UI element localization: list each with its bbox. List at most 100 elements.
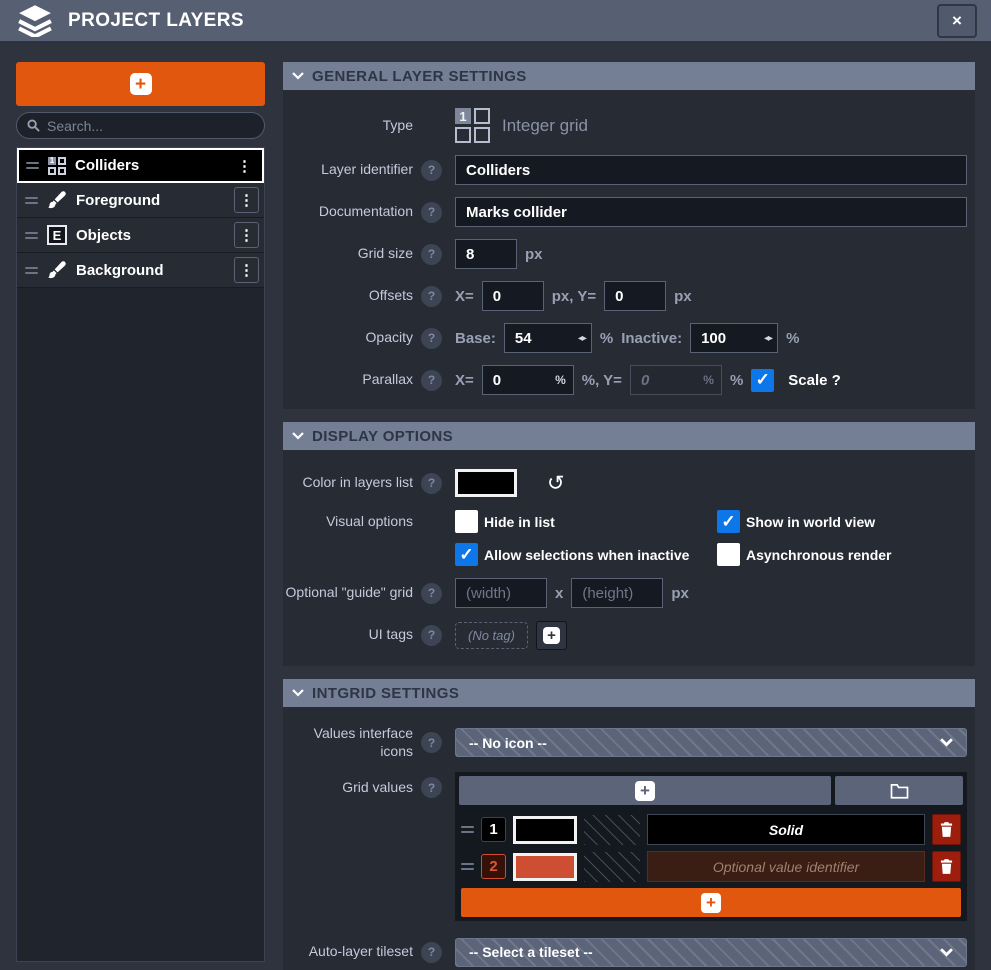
drag-handle-icon[interactable] — [26, 162, 39, 169]
value-name-input[interactable] — [647, 814, 925, 845]
identifier-row: Layer identifier ? — [283, 155, 975, 185]
reset-color-icon[interactable]: ↺ — [547, 473, 565, 494]
plus-icon: + — [543, 627, 560, 644]
help-icon[interactable]: ? — [421, 942, 442, 963]
drag-handle-icon[interactable] — [25, 232, 38, 239]
opacity-inactive-input[interactable] — [690, 323, 778, 353]
layer-name: Background — [76, 262, 164, 279]
documentation-input[interactable] — [455, 197, 967, 227]
add-value-bottom-button[interactable]: + — [461, 888, 961, 917]
add-layer-button[interactable]: + — [16, 62, 265, 106]
value-name-input[interactable] — [647, 851, 925, 882]
grid-values-label: Grid values — [283, 772, 413, 797]
value-color-swatch[interactable] — [513, 816, 577, 844]
value-color-swatch[interactable] — [513, 853, 577, 881]
help-icon[interactable]: ? — [421, 328, 442, 349]
auto-tileset-select[interactable]: -- Select a tileset -- — [455, 938, 967, 967]
grid-size-input[interactable] — [455, 239, 517, 269]
kebab-icon: ⋮ — [237, 157, 252, 175]
help-icon[interactable]: ? — [421, 370, 442, 391]
layer-row-background[interactable]: Background ⋮ — [17, 253, 264, 288]
checkbox-asynchronous-render[interactable]: Asynchronous render — [717, 543, 967, 566]
layer-menu-button[interactable]: ⋮ — [234, 222, 259, 248]
layer-name: Colliders — [75, 157, 139, 174]
chevron-down-icon — [292, 72, 304, 80]
parallax-scale-label: Scale ? — [788, 372, 841, 389]
opacity-label: Opacity — [283, 329, 413, 347]
help-icon[interactable]: ? — [421, 732, 442, 753]
opacity-base-input[interactable] — [504, 323, 592, 353]
grid-value-row-1[interactable]: 1 — [461, 811, 961, 848]
color-label: Color in layers list — [283, 474, 413, 492]
guide-height-input[interactable] — [571, 578, 663, 608]
layer-menu-button[interactable]: ⋮ — [234, 187, 259, 213]
entities-layer-icon: E — [47, 225, 67, 245]
plus-icon: + — [635, 781, 655, 801]
layer-row-objects[interactable]: E Objects ⋮ — [17, 218, 264, 253]
grid-value-row-2[interactable]: 2 — [461, 848, 961, 885]
intgrid-type-icon: 1 — [455, 108, 490, 143]
opacity-row: Opacity ? Base: ◂▸ % Inactive: ◂▸ % — [283, 323, 975, 353]
help-icon[interactable]: ? — [421, 777, 442, 798]
trash-icon — [940, 822, 953, 837]
grid-size-label: Grid size — [283, 245, 413, 263]
layer-menu-button[interactable]: ⋮ — [232, 153, 257, 179]
tiles-layer-icon — [47, 260, 67, 280]
section-header-display[interactable]: DISPLAY OPTIONS — [283, 422, 975, 450]
value-groups-button[interactable] — [835, 776, 963, 805]
layer-color-swatch[interactable] — [455, 469, 517, 497]
help-icon[interactable]: ? — [421, 625, 442, 646]
help-icon[interactable]: ? — [421, 202, 442, 223]
offset-x-input[interactable] — [482, 281, 544, 311]
help-icon[interactable]: ? — [421, 583, 442, 604]
chevron-down-icon — [940, 948, 953, 957]
checkbox-icon[interactable] — [455, 510, 478, 533]
drag-handle-icon[interactable] — [25, 197, 38, 204]
type-label: Type — [283, 117, 413, 135]
drag-handle-icon[interactable] — [25, 267, 38, 274]
folder-icon — [890, 783, 909, 799]
type-row: Type 1 Integer grid — [283, 108, 975, 143]
drag-handle-icon[interactable] — [461, 863, 474, 870]
parallax-scale-checkbox[interactable]: ✓ — [751, 369, 774, 392]
values-icons-select[interactable]: -- No icon -- — [455, 728, 967, 757]
guide-grid-row: Optional "guide" grid ? x px — [283, 578, 975, 608]
help-icon[interactable]: ? — [421, 160, 442, 181]
close-button[interactable]: × — [937, 4, 977, 38]
parallax-x-input[interactable] — [482, 365, 574, 395]
delete-value-button[interactable] — [932, 851, 961, 882]
help-icon[interactable]: ? — [421, 473, 442, 494]
guide-width-input[interactable] — [455, 578, 547, 608]
checkbox-icon[interactable]: ✓ — [717, 510, 740, 533]
chevron-down-icon — [292, 432, 304, 440]
offset-y-input[interactable] — [604, 281, 666, 311]
delete-value-button[interactable] — [932, 814, 961, 845]
layer-menu-button[interactable]: ⋮ — [234, 257, 259, 283]
layer-row-foreground[interactable]: Foreground ⋮ — [17, 183, 264, 218]
layer-row-colliders[interactable]: 1 Colliders ⋮ — [17, 148, 264, 183]
help-icon[interactable]: ? — [421, 244, 442, 265]
help-icon[interactable]: ? — [421, 286, 442, 307]
ui-tags-row: UI tags ? (No tag) + — [283, 620, 975, 650]
checkbox-icon[interactable] — [717, 543, 740, 566]
kebab-icon: ⋮ — [239, 191, 254, 209]
value-number-badge: 2 — [481, 854, 506, 879]
checkbox-allow-selections-when-inactive[interactable]: ✓ Allow selections when inactive — [455, 543, 717, 566]
value-number-badge: 1 — [481, 817, 506, 842]
section-header-intgrid[interactable]: INTGRID SETTINGS — [283, 679, 975, 707]
drag-handle-icon[interactable] — [461, 826, 474, 833]
check-icon: ✓ — [459, 545, 473, 565]
tiles-layer-icon — [47, 190, 67, 210]
chevron-down-icon — [292, 689, 304, 697]
checkbox-show-in-world-view[interactable]: ✓ Show in world view — [717, 510, 967, 533]
kebab-icon: ⋮ — [239, 226, 254, 244]
add-tag-button[interactable]: + — [536, 621, 567, 650]
add-value-button[interactable]: + — [459, 776, 831, 805]
grid-values-row: Grid values ? + — [283, 772, 975, 921]
section-header-general[interactable]: GENERAL LAYER SETTINGS — [283, 62, 975, 90]
search-input[interactable]: Search... — [16, 112, 265, 139]
checkbox-hide-in-list[interactable]: Hide in list — [455, 510, 717, 533]
layer-name: Objects — [76, 227, 131, 244]
layer-identifier-input[interactable] — [455, 155, 967, 185]
checkbox-icon[interactable]: ✓ — [455, 543, 478, 566]
